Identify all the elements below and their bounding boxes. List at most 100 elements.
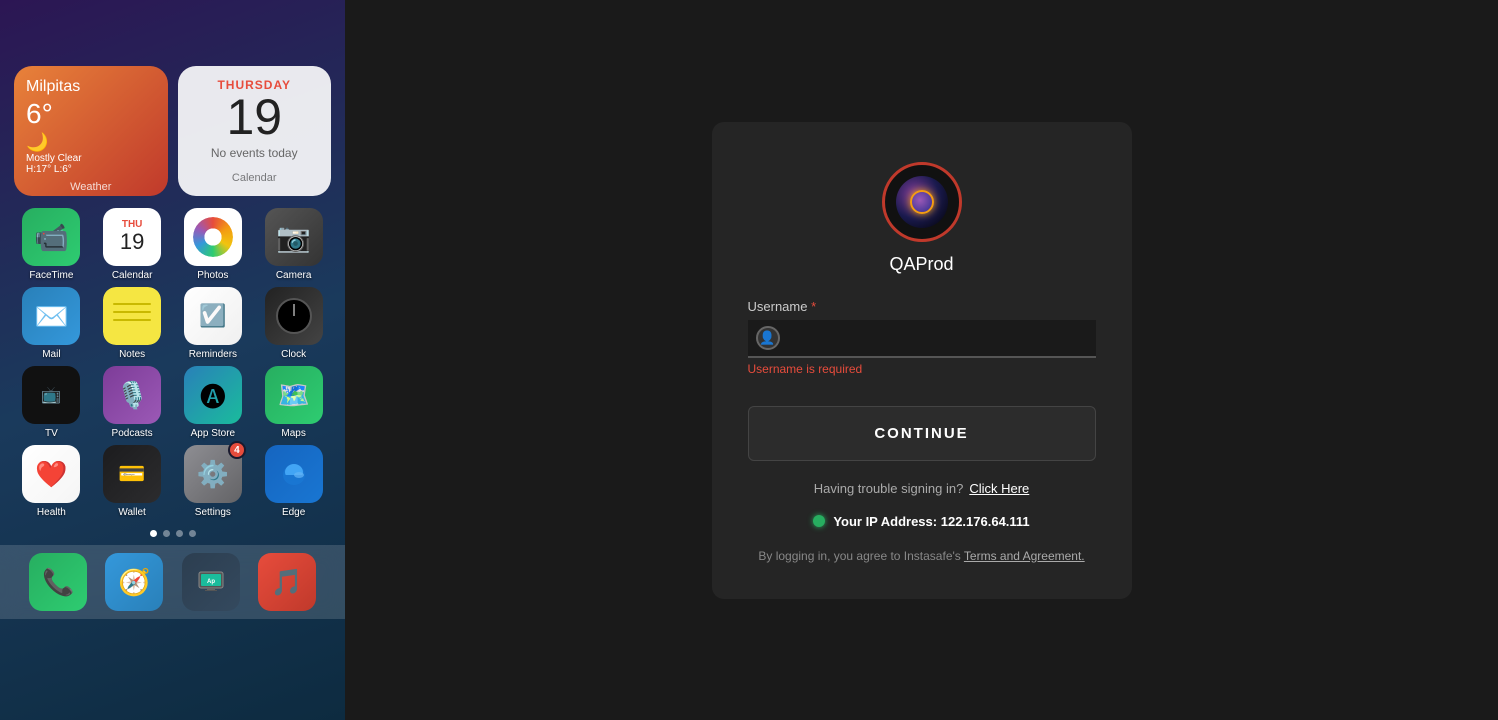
reminders-icon: ☑️ [184, 287, 242, 345]
dock-safari-icon: 🧭 [105, 553, 163, 611]
health-label: Health [37, 507, 66, 518]
facetime-icon: 📹 [22, 208, 80, 266]
trouble-text: Having trouble signing in? [814, 481, 964, 496]
dot-2 [163, 530, 170, 537]
terms-link[interactable]: Terms and Agreement. [964, 549, 1085, 563]
app-logo [882, 162, 962, 242]
maps-label: Maps [281, 428, 305, 439]
app-item-maps[interactable]: 🗺️ Maps [256, 366, 331, 439]
dock-music[interactable]: 🎵 [258, 553, 316, 611]
clock-icon [265, 287, 323, 345]
settings-label: Settings [195, 507, 231, 518]
username-error: Username is required [748, 362, 1096, 376]
mail-icon: ✉️ [22, 287, 80, 345]
notes-label: Notes [119, 349, 145, 360]
camera-icon: 📷 [265, 208, 323, 266]
logo-inner [896, 176, 948, 228]
dot-4 [189, 530, 196, 537]
weather-widget[interactable]: Milpitas 6° 🌙 Mostly Clear H:17° L:6° We… [14, 66, 168, 196]
dock-apowermirror-icon: Ap [182, 553, 240, 611]
user-avatar-icon: 👤 [756, 326, 780, 350]
app-item-wallet[interactable]: 💳 Wallet [95, 445, 170, 518]
edge-label: Edge [282, 507, 305, 518]
calendar-app-label: Calendar [112, 270, 153, 281]
trouble-row: Having trouble signing in? Click Here [814, 481, 1030, 496]
podcasts-icon: 🎙️ [103, 366, 161, 424]
dock-apowermirror[interactable]: Ap [182, 553, 240, 611]
dock-phone-icon: 📞 [29, 553, 87, 611]
appstore-label: App Store [191, 428, 235, 439]
app-item-mail[interactable]: ✉️ Mail [14, 287, 89, 360]
calendar-widget[interactable]: THURSDAY 19 No events today Calendar [178, 66, 332, 196]
phone-content: Milpitas 6° 🌙 Mostly Clear H:17° L:6° We… [0, 28, 345, 619]
required-star: * [807, 299, 816, 314]
app-item-reminders[interactable]: ☑️ Reminders [176, 287, 251, 360]
photos-label: Photos [197, 270, 228, 281]
continue-button[interactable]: CONTINUE [748, 406, 1096, 461]
weather-temp: 6° [26, 98, 156, 130]
app-item-notes[interactable]: Notes [95, 287, 170, 360]
widgets-row: Milpitas 6° 🌙 Mostly Clear H:17° L:6° We… [0, 56, 345, 204]
photos-icon [184, 208, 242, 266]
phone-panel: No SIM 📶 6:38 PM ⊙ 30% 🔋 Milpitas 6° 🌙 M… [0, 0, 345, 720]
calendar-icon: THU 19 [103, 208, 161, 266]
username-form-group: Username * 👤 Username is required [748, 299, 1096, 376]
appstore-icon: 🅐 [184, 366, 242, 424]
right-panel: QAProd Username * 👤 Username is required… [345, 0, 1498, 720]
appletv-label: TV [45, 428, 58, 439]
mail-label: Mail [42, 349, 60, 360]
logo-eye [910, 190, 934, 214]
wallet-icon: 💳 [103, 445, 161, 503]
click-here-link[interactable]: Click Here [969, 481, 1029, 496]
app-title: QAProd [889, 254, 953, 275]
app-item-calendar[interactable]: THU 19 Calendar [95, 208, 170, 281]
app-item-health[interactable]: ❤️ Health [14, 445, 89, 518]
svg-text:Ap: Ap [207, 579, 215, 585]
terms-row: By logging in, you agree to Instasafe's … [758, 549, 1084, 563]
podcasts-label: Podcasts [112, 428, 153, 439]
camera-label: Camera [276, 270, 312, 281]
moon-icon: 🌙 [26, 132, 156, 153]
page-dots [0, 526, 345, 545]
username-input[interactable] [788, 330, 1088, 346]
username-input-wrapper: 👤 [748, 320, 1096, 358]
app-item-photos[interactable]: Photos [176, 208, 251, 281]
weather-desc: Mostly Clear [26, 153, 156, 164]
calendar-day-num: 19 [226, 92, 282, 142]
weather-label: Weather [26, 181, 156, 193]
weather-hl: H:17° L:6° [26, 164, 156, 175]
ip-row: Your IP Address: 122.176.64.111 [813, 514, 1029, 529]
calendar-no-events: No events today [211, 146, 298, 160]
calendar-label: Calendar [232, 166, 277, 184]
app-grid: 📹 FaceTime THU 19 Calendar Photos [0, 204, 345, 526]
reminders-label: Reminders [189, 349, 237, 360]
dot-1 [150, 530, 157, 537]
app-item-appletv[interactable]: 📺 TV [14, 366, 89, 439]
terms-prefix: By logging in, you agree to Instasafe's [758, 549, 960, 563]
app-item-podcasts[interactable]: 🎙️ Podcasts [95, 366, 170, 439]
ip-text: Your IP Address: 122.176.64.111 [833, 514, 1029, 529]
facetime-label: FaceTime [29, 270, 73, 281]
app-item-facetime[interactable]: 📹 FaceTime [14, 208, 89, 281]
app-item-edge[interactable]: Edge [256, 445, 331, 518]
settings-badge: 4 [228, 441, 246, 459]
app-item-appstore[interactable]: 🅐 App Store [176, 366, 251, 439]
dock: 📞 🧭 Ap 🎵 [0, 545, 345, 619]
ip-status-dot [813, 515, 825, 527]
login-card: QAProd Username * 👤 Username is required… [712, 122, 1132, 599]
app-item-clock[interactable]: Clock [256, 287, 331, 360]
notes-icon [103, 287, 161, 345]
health-icon: ❤️ [22, 445, 80, 503]
dot-3 [176, 530, 183, 537]
dock-music-icon: 🎵 [258, 553, 316, 611]
clock-label: Clock [281, 349, 306, 360]
dock-safari[interactable]: 🧭 [105, 553, 163, 611]
dock-phone[interactable]: 📞 [29, 553, 87, 611]
username-label: Username * [748, 299, 1096, 314]
weather-city: Milpitas [26, 78, 156, 96]
app-item-settings[interactable]: ⚙️ 4 Settings [176, 445, 251, 518]
cal-icon-num: 19 [120, 230, 144, 254]
edge-icon [265, 445, 323, 503]
app-item-camera[interactable]: 📷 Camera [256, 208, 331, 281]
wallet-label: Wallet [118, 507, 145, 518]
